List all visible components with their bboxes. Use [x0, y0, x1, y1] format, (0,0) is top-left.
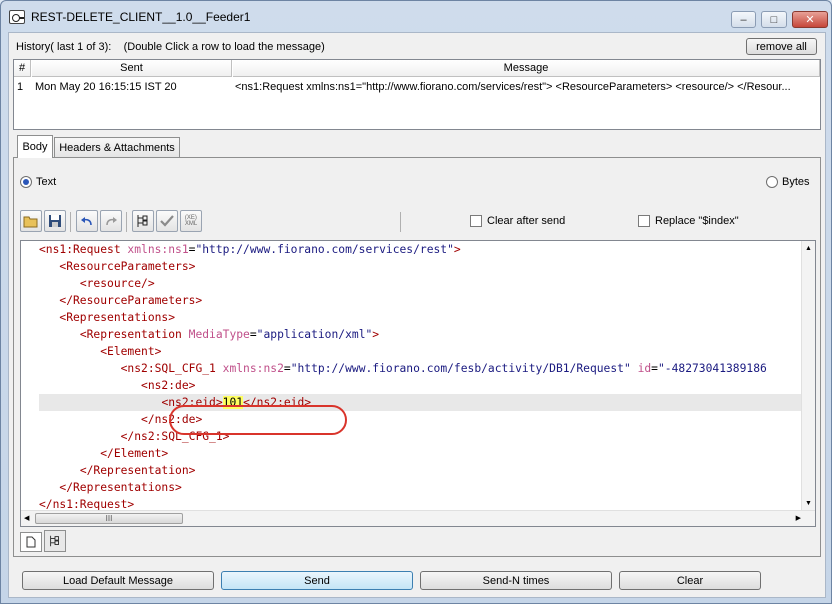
tree-view-tab[interactable] — [44, 530, 66, 552]
vertical-scrollbar[interactable]: ▲ ▼ — [801, 241, 815, 511]
history-label: History( last 1 of 3): (Double Click a r… — [16, 41, 325, 53]
replace-index-label: Replace "$index" — [655, 215, 739, 227]
maximize-icon: □ — [770, 13, 778, 26]
client-area: History( last 1 of 3): (Double Click a r… — [8, 32, 826, 598]
column-header-number[interactable]: # — [14, 60, 31, 77]
tree-button[interactable] — [132, 210, 154, 232]
code-line: 1<ns1:Request xmlns:ns1="http://www.fior… — [39, 243, 461, 256]
undo-icon — [81, 217, 92, 226]
open-button[interactable] — [20, 210, 42, 232]
bytes-radio-label: Bytes — [782, 176, 810, 188]
clear-after-send-label: Clear after send — [487, 215, 566, 227]
title-bar[interactable]: REST-DELETE_CLIENT__1.0__Feeder1 – □ ✕ — [1, 1, 831, 31]
code-line: 9 <ns2:de> — [141, 379, 196, 392]
code-line: 2 <ResourceParameters> — [59, 260, 196, 273]
row-number: 1 — [17, 81, 24, 93]
text-radio[interactable] — [20, 176, 32, 188]
load-default-message-button[interactable]: Load Default Message — [22, 571, 214, 590]
minimize-icon: – — [740, 13, 747, 26]
code-line: 5 <Representations> — [59, 311, 176, 324]
column-header-message[interactable]: Message — [233, 60, 820, 77]
redo-button[interactable] — [100, 210, 122, 232]
clear-button[interactable]: Clear — [619, 571, 761, 590]
send-button[interactable]: Send — [221, 571, 413, 590]
scroll-left-icon[interactable]: ◀ — [24, 514, 29, 522]
selected-value: 101 — [222, 396, 244, 409]
toolbar-separator — [126, 212, 127, 232]
horizontal-scrollbar[interactable]: ◀ III ▶ — [21, 510, 815, 526]
code-line: 7 <Element> — [100, 345, 162, 358]
scroll-right-icon[interactable]: ▶ — [796, 514, 801, 522]
save-button[interactable] — [44, 210, 66, 232]
line-number-gutter — [21, 241, 39, 511]
application-window: REST-DELETE_CLIENT__1.0__Feeder1 – □ ✕ H… — [0, 0, 832, 604]
window-title: REST-DELETE_CLIENT__1.0__Feeder1 — [31, 10, 251, 24]
scroll-down-icon[interactable]: ▼ — [805, 500, 812, 507]
tabs-area: Body Headers & Attachments Text Bytes (X… — [13, 135, 821, 557]
toolbar-separator — [70, 212, 71, 232]
document-view-icon — [26, 536, 36, 548]
xml-editor[interactable]: 1<ns1:Request xmlns:ns1="http://www.fior… — [20, 240, 816, 527]
history-table: # Sent Message 1 Mon May 20 16:15:15 IST… — [13, 59, 821, 130]
replace-index-checkbox[interactable] — [638, 215, 650, 227]
code-line: 4 </ResourceParameters> — [59, 294, 203, 307]
code-line: 12 </ns2:SQL_CFG_1> — [120, 430, 230, 443]
document-view-tab[interactable] — [20, 532, 42, 552]
code-line-current: 10 <ns2:eid>101</ns2:eid> — [39, 394, 803, 411]
undo-button[interactable] — [76, 210, 98, 232]
code-line: 3 <resource/> — [79, 277, 155, 290]
app-icon — [9, 10, 25, 24]
column-header-sent[interactable]: Sent — [32, 60, 232, 77]
row-sent: Mon May 20 16:15:15 IST 20 — [35, 81, 177, 93]
code-line: 6 <Representation MediaType="application… — [79, 328, 380, 341]
tab-body[interactable]: Body — [17, 135, 53, 158]
code-area[interactable]: 1<ns1:Request xmlns:ns1="http://www.fior… — [39, 241, 803, 511]
code-line: 14 </Representation> — [79, 464, 196, 477]
clear-after-send-checkbox[interactable] — [470, 215, 482, 227]
tree-view-icon — [50, 535, 59, 547]
xml-format-button[interactable]: (XE) XML — [180, 210, 202, 232]
code-line: 11 </ns2:de> — [141, 413, 203, 426]
scroll-up-icon[interactable]: ▲ — [805, 245, 812, 252]
redo-icon — [106, 217, 117, 226]
maximize-button[interactable]: □ — [761, 11, 787, 28]
code-line: 13 </Element> — [100, 447, 169, 460]
code-line: 15 </Representations> — [59, 481, 182, 494]
horizontal-scroll-thumb[interactable]: III — [35, 513, 183, 524]
send-n-times-button[interactable]: Send-N times — [420, 571, 612, 590]
open-folder-icon — [23, 216, 38, 228]
minimize-button[interactable]: – — [731, 11, 756, 28]
validate-check-icon — [160, 215, 174, 227]
toolbar-separator — [400, 212, 401, 232]
close-icon: ✕ — [805, 14, 815, 26]
bytes-radio[interactable] — [766, 176, 778, 188]
body-panel: Text Bytes (XE) XML Clear after send Rep… — [13, 157, 821, 557]
save-icon — [49, 215, 61, 227]
tab-headers-attachments[interactable]: Headers & Attachments — [54, 137, 180, 158]
tree-view-icon — [137, 215, 148, 227]
text-radio-label: Text — [36, 176, 57, 188]
editor-toolbar: (XE) XML Clear after send Replace "$inde… — [20, 210, 816, 236]
code-line: 8 <ns2:SQL_CFG_1 xmlns:ns2="http://www.f… — [120, 362, 767, 375]
row-message: <ns1:Request xmlns:ns1="http://www.fiora… — [235, 81, 791, 93]
xml-format-icon: (XE) XML — [184, 215, 198, 227]
validate-button[interactable] — [156, 210, 178, 232]
remove-all-button[interactable]: remove all — [746, 38, 817, 55]
close-button[interactable]: ✕ — [792, 11, 828, 28]
code-line: 16</ns1:Request> — [39, 498, 135, 511]
